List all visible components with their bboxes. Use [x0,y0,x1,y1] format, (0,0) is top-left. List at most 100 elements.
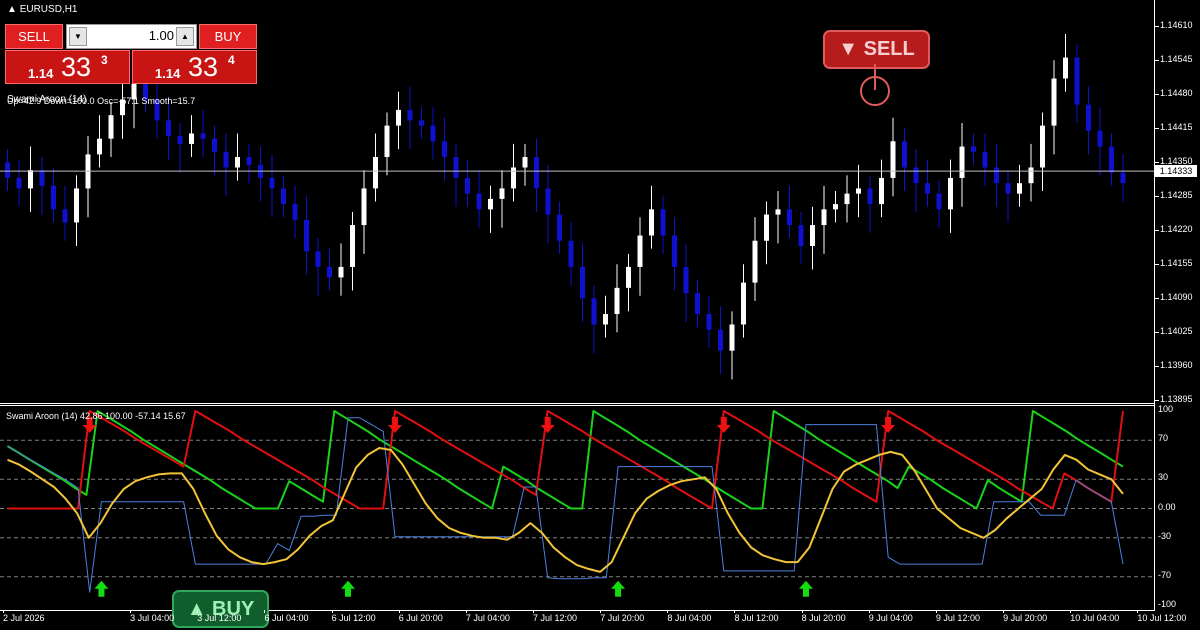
time-tick-label: 9 Jul 20:00 [1003,613,1048,623]
price-tick-label: 1.14350 [1160,156,1193,167]
time-tick-mark [868,610,870,613]
candle-body [315,251,321,267]
candle-body [200,133,206,139]
lot-decrease-icon[interactable]: ▼ [69,27,87,46]
candle-body [695,293,700,315]
candle-body [51,185,56,210]
lot-size-value[interactable]: 1.00 [89,28,174,43]
time-tick-label: 3 Jul 04:00 [130,613,175,623]
time-tick-mark [197,610,199,613]
sell-price-prefix: 1.14 [28,66,54,81]
price-tick-label: 1.13895 [1160,394,1193,405]
time-tick-mark [1003,610,1005,613]
time-tick-mark [734,610,736,613]
sell-price-box[interactable]: 1.14 33 3 [5,50,130,84]
candle-body [338,266,344,278]
candle-body [166,120,171,137]
candle-body [994,167,999,184]
candle-body [706,314,712,330]
candle-body [1074,57,1080,105]
candle-body [626,266,631,288]
candle-body [683,266,689,294]
symbol-text: EURUSD,H1 [19,4,78,15]
sell-arrow-icon [387,417,402,433]
time-tick-mark [600,610,602,613]
candle-body [787,209,792,226]
buy-price-box[interactable]: 1.14 33 4 [132,50,257,84]
sell-button[interactable]: SELL [5,24,63,49]
time-tick-mark [331,610,333,613]
buy-price-big: 33 [188,52,219,82]
price-tick-label: 1.14545 [1160,54,1193,65]
candle-body [568,240,574,267]
price-tick-label: 1.14220 [1160,224,1193,235]
price-tick-label: 1.14415 [1160,122,1193,133]
time-tick-mark [533,610,535,613]
candle-body [1051,78,1057,126]
candle-body [1028,167,1034,184]
price-tick-label: 1.14610 [1160,20,1193,31]
smooth-line [7,447,1124,573]
candle-body [1005,183,1011,194]
candle-body [350,225,355,267]
price-tick-mark [1155,26,1159,28]
lot-size-field[interactable]: ▼ 1.00 ▲ [66,24,197,49]
current-price-tag: 1.14333 [1155,165,1197,178]
buy-price-prefix: 1.14 [155,66,181,81]
candle-body [361,188,367,226]
candle-body [384,125,390,158]
price-tick-mark [1155,366,1159,368]
price-tick-label: 1.14025 [1160,326,1193,337]
indicator-values: Up=42.9 Down=100.0 Osc=-57.1 Smooth=15.7 [7,96,195,106]
one-click-trading-panel: SELL ▼ 1.00 ▲ BUY 1.14 33 3 1.14 33 4 [5,24,257,86]
indicator-panel-label: Swami Aroon (14) 42.86 100.00 -57.14 15.… [6,411,186,421]
aroon-up-line [6,410,1124,510]
candle-body [614,287,620,315]
candle-body [637,235,643,267]
time-tick-mark [264,610,266,613]
candle-body [890,141,896,178]
oscillator-tick-label: -30 [1158,530,1172,541]
price-tick-label: 1.14090 [1160,292,1193,303]
aroon-indicator-panel[interactable] [0,405,1154,611]
candle-body [936,193,942,210]
candle-body [223,151,229,168]
candle-body [534,157,539,189]
time-tick-label: 6 Jul 20:00 [398,613,443,623]
aroon-indicator-chart[interactable] [0,406,1154,611]
candle-body [775,209,781,215]
time-tick-label: 2 Jul 2026 [3,613,45,623]
candle-body [97,138,102,155]
price-tick-mark [1155,162,1159,164]
buy-button[interactable]: BUY [199,24,257,49]
candle-body [867,188,873,205]
candle-body [5,162,10,178]
time-tick-mark [801,610,803,613]
candle-body [465,177,470,194]
sell-signal-pointer [860,64,890,106]
price-tick-mark [1155,94,1159,96]
candle-body [649,209,654,236]
candle-body [959,146,965,178]
candle-body [741,282,746,325]
oscillator-tick-label: 30 [1158,472,1169,483]
candle-body [511,167,516,189]
candle-body [488,198,493,210]
price-tick-mark [1155,60,1159,62]
price-tick-label: 1.13960 [1160,360,1193,371]
price-tick-mark [1155,400,1159,402]
candle-body [522,157,528,168]
price-axis-line [1154,0,1155,610]
candle-body [442,141,447,158]
sell-price-big: 33 [61,52,92,82]
candle-body [453,157,459,178]
lot-increase-icon[interactable]: ▲ [176,27,194,46]
oscillator-tick-label: -70 [1158,569,1172,580]
price-tick-mark [1155,128,1159,130]
time-tick-label: 3 Jul 12:00 [197,613,242,623]
candle-body [476,193,482,210]
candle-body [39,170,45,186]
time-tick-mark [667,610,669,613]
time-tick-label: 7 Jul 12:00 [533,613,578,623]
time-tick-mark [465,610,467,613]
